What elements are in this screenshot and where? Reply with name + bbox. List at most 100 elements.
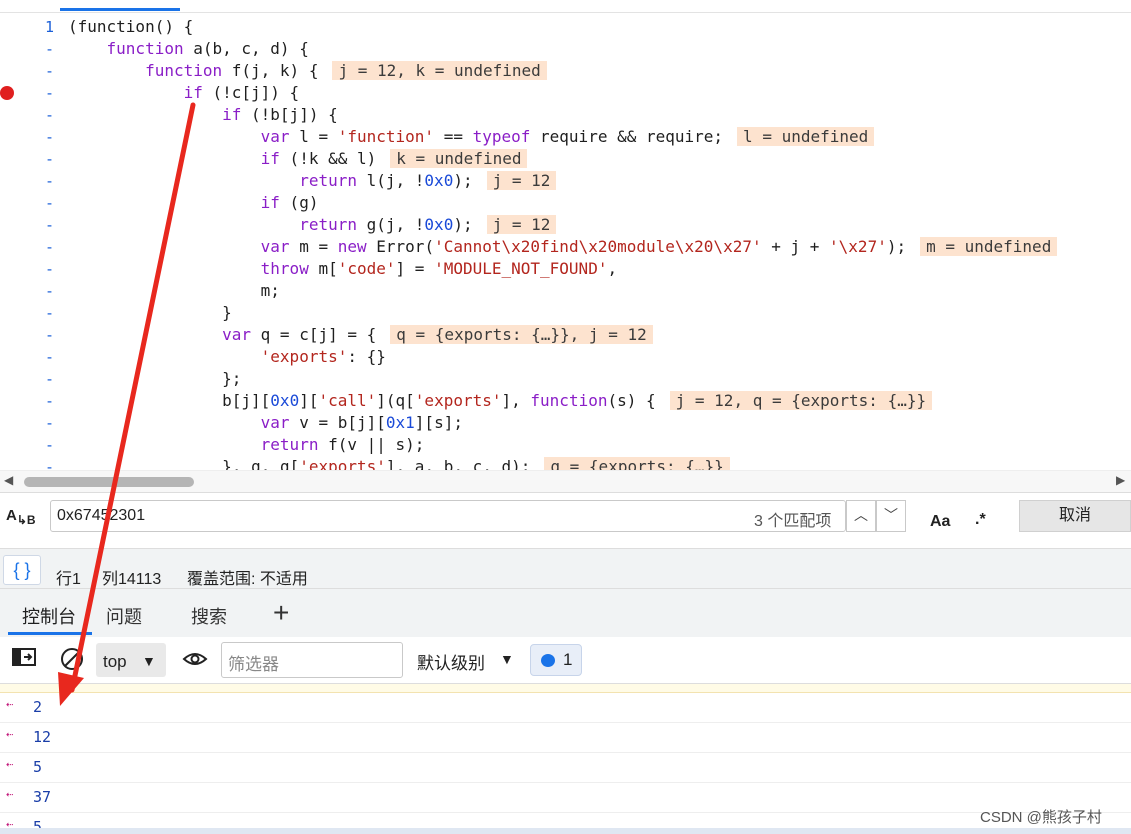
scroll-right-icon[interactable]: ▶ (1116, 473, 1125, 487)
code-token: 'code' (337, 259, 396, 278)
status-bar: { } 行1 列14113 覆盖范围: 不适用 (0, 548, 1131, 589)
code-token: ); (886, 237, 907, 256)
line-number[interactable]: - (0, 126, 54, 148)
caret-down-icon[interactable]: ▼ (500, 651, 514, 667)
line-number[interactable]: - (0, 148, 54, 170)
line-number[interactable]: - (0, 236, 54, 258)
console-result-row: ⇠ 12 (0, 723, 1131, 753)
line-number[interactable]: - (0, 38, 54, 60)
code-editor[interactable]: 1 (function() {- function a(b, c, d) {- f… (0, 13, 1131, 470)
add-tab-icon[interactable]: + (273, 597, 289, 629)
code-token: ](q[ (376, 391, 415, 410)
tab-console[interactable]: 控制台 (22, 603, 76, 629)
line-number[interactable]: - (0, 302, 54, 324)
code-line[interactable]: - if (g) (0, 192, 1131, 214)
code-text: if (g) (68, 192, 319, 214)
sidebar-toggle-icon[interactable] (12, 647, 36, 672)
code-text: var m = new Error('Cannot\x20find\x20mod… (68, 236, 1058, 258)
code-line[interactable]: - var q = c[j] = {q = {exports: {…}}, j … (0, 324, 1131, 346)
regex-toggle[interactable]: .* (975, 511, 986, 529)
code-line[interactable]: - throw m['code'] = 'MODULE_NOT_FOUND', (0, 258, 1131, 280)
clear-console-icon[interactable] (60, 647, 84, 676)
next-match-button[interactable]: ﹀ (876, 500, 906, 532)
code-token: 'exports' (260, 347, 348, 366)
line-number[interactable]: - (0, 104, 54, 126)
code-text: m; (68, 280, 280, 302)
code-line[interactable]: - if (!c[j]) { (0, 82, 1131, 104)
search-input[interactable]: 0x67452301 (50, 500, 846, 532)
tab-search[interactable]: 搜索 (191, 603, 227, 629)
line-number[interactable]: 1 (0, 16, 54, 38)
line-number[interactable]: - (0, 192, 54, 214)
context-selector[interactable]: top ▼ (96, 643, 166, 677)
filter-input[interactable]: 筛选器 (221, 642, 403, 678)
line-number[interactable]: - (0, 214, 54, 236)
code-line[interactable]: 1 (function() { (0, 16, 1131, 38)
code-token: var (222, 325, 252, 344)
scrollbar-thumb[interactable] (24, 477, 194, 487)
code-text: }; (68, 368, 241, 390)
message-count-badge[interactable]: 1 (530, 644, 582, 676)
cancel-button[interactable]: 取消 (1019, 500, 1131, 532)
code-text: 'exports': {} (68, 346, 386, 368)
code-line[interactable]: - }; (0, 368, 1131, 390)
code-text: b[j][0x0]['call'](q['exports'], function… (68, 390, 933, 412)
code-line[interactable]: - m; (0, 280, 1131, 302)
line-number[interactable]: - (0, 170, 54, 192)
code-line[interactable]: - b[j][0x0]['call'](q['exports'], functi… (0, 390, 1131, 412)
status-line: 行1 (56, 571, 81, 588)
code-line[interactable]: - function f(j, k) {j = 12, k = undefine… (0, 60, 1131, 82)
horizontal-scrollbar[interactable]: ◀ ▶ (0, 470, 1131, 493)
code-line[interactable]: - return g(j, !0x0); j = 12 (0, 214, 1131, 236)
code-line[interactable]: - return f(v || s); (0, 434, 1131, 456)
return-value-icon: ⇠ (6, 727, 14, 741)
code-line[interactable]: - var l = 'function' == typeof require &… (0, 126, 1131, 148)
code-line[interactable]: - }, q, q['exports'], a, b, c, d); q = {e… (0, 456, 1131, 470)
code-line[interactable]: - return l(j, !0x0); j = 12 (0, 170, 1131, 192)
tab-issues[interactable]: 问题 (106, 603, 142, 629)
active-tab-underline (8, 632, 92, 635)
code-text: function f(j, k) {j = 12, k = undefined (68, 60, 547, 82)
pretty-print-icon[interactable]: { } (3, 555, 41, 585)
code-token: 0x1 (385, 413, 415, 432)
log-level-selector[interactable]: 默认级别 (417, 649, 485, 674)
code-token: ][ (299, 391, 319, 410)
code-token: if (222, 105, 242, 124)
code-line[interactable]: - var v = b[j][0x1][s]; (0, 412, 1131, 434)
code-token: ); (453, 171, 473, 190)
inline-value: j = 12 (486, 171, 557, 190)
message-count: 1 (563, 650, 573, 669)
eye-icon[interactable] (182, 649, 208, 674)
status-column: 列14113 (102, 571, 162, 588)
line-number[interactable]: - (0, 60, 54, 82)
line-number[interactable]: - (0, 368, 54, 390)
line-number[interactable]: - (0, 280, 54, 302)
match-case-icon[interactable]: A↳B (6, 507, 36, 527)
scroll-left-icon[interactable]: ◀ (4, 473, 13, 487)
code-line[interactable]: - } (0, 302, 1131, 324)
inline-value: q = {exports: {…}} (544, 457, 730, 470)
line-number[interactable]: - (0, 412, 54, 434)
code-line[interactable]: - if (!k && l) k = undefined (0, 148, 1131, 170)
breakpoint-icon[interactable] (0, 86, 14, 100)
line-number[interactable]: - (0, 324, 54, 346)
inline-value: m = undefined (920, 237, 1058, 256)
code-line[interactable]: - function a(b, c, d) { (0, 38, 1131, 60)
inline-value: j = 12, k = undefined (332, 61, 547, 80)
code-line[interactable]: - if (!b[j]) { (0, 104, 1131, 126)
code-token: }; (68, 369, 242, 388)
code-line[interactable]: - var m = new Error('Cannot\x20find\x20m… (0, 236, 1131, 258)
line-number[interactable]: - (0, 390, 54, 412)
previous-match-button[interactable]: ︿ (846, 500, 876, 532)
chevron-down-icon: ﹀ (884, 508, 898, 524)
code-token: throw (260, 259, 309, 278)
code-token: 'function' (337, 127, 435, 146)
line-number[interactable]: - (0, 434, 54, 456)
line-number[interactable]: - (0, 258, 54, 280)
match-case-toggle[interactable]: Aa (930, 513, 950, 531)
line-number[interactable]: - (0, 346, 54, 368)
line-number[interactable]: - (0, 456, 54, 470)
code-token: (function() { (68, 17, 194, 36)
code-token: q = c[j] = { (251, 325, 377, 344)
code-line[interactable]: - 'exports': {} (0, 346, 1131, 368)
